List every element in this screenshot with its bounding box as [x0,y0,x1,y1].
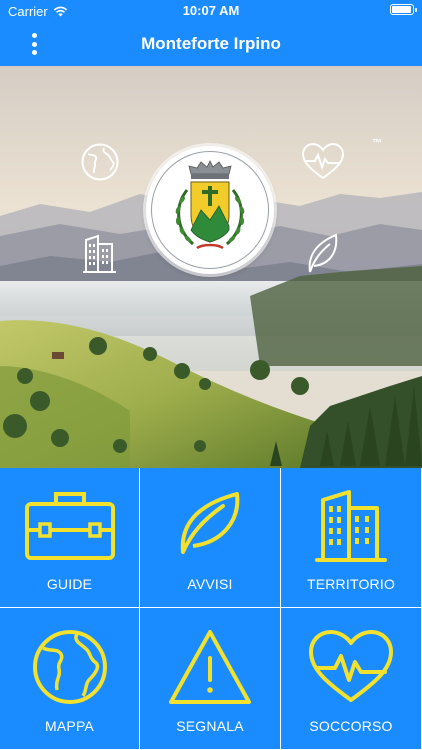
coat-of-arms-badge [146,146,274,274]
heartbeat-icon [301,142,345,180]
trademark-symbol: ™ [372,138,382,149]
menu-grid: GUIDE AVVISI TERRITORIO MAPPA SEGNALA SO… [0,468,422,750]
tile-segnala[interactable]: SEGNALA [140,608,281,750]
leaf-icon [308,233,338,273]
globe-icon [81,143,119,181]
heartbeat-icon [309,630,393,702]
hero-banner: ™ [0,66,422,468]
page-title: Monteforte Irpino [141,34,281,53]
nav-bar: Monteforte Irpino [0,22,422,66]
tile-soccorso[interactable]: SOCCORSO [281,608,422,750]
tile-avvisi[interactable]: AVVISI [140,468,281,608]
tile-mappa[interactable]: MAPPA [0,608,140,750]
tile-label-avvisi: AVVISI [187,576,233,592]
warning-icon [169,630,251,704]
coat-of-arms-emblem [175,160,245,250]
tile-label-mappa: MAPPA [45,718,94,734]
tile-guide[interactable]: GUIDE [0,468,140,608]
tile-label-guide: GUIDE [46,576,93,592]
tile-label-soccorso: SOCCORSO [309,718,393,734]
globe-icon [32,630,107,704]
leaf-icon [180,492,240,554]
status-time: 10:07 AM [182,3,240,18]
battery-icon [390,4,417,15]
tile-label-segnala: SEGNALA [176,718,244,734]
building-icon [315,490,387,562]
tile-territorio[interactable]: TERRITORIO [281,468,422,608]
tile-label-territorio: TERRITORIO [306,576,396,592]
status-bar: Carrier 10:07 AM [0,0,422,22]
briefcase-icon [24,492,115,560]
building-icon [83,234,116,273]
